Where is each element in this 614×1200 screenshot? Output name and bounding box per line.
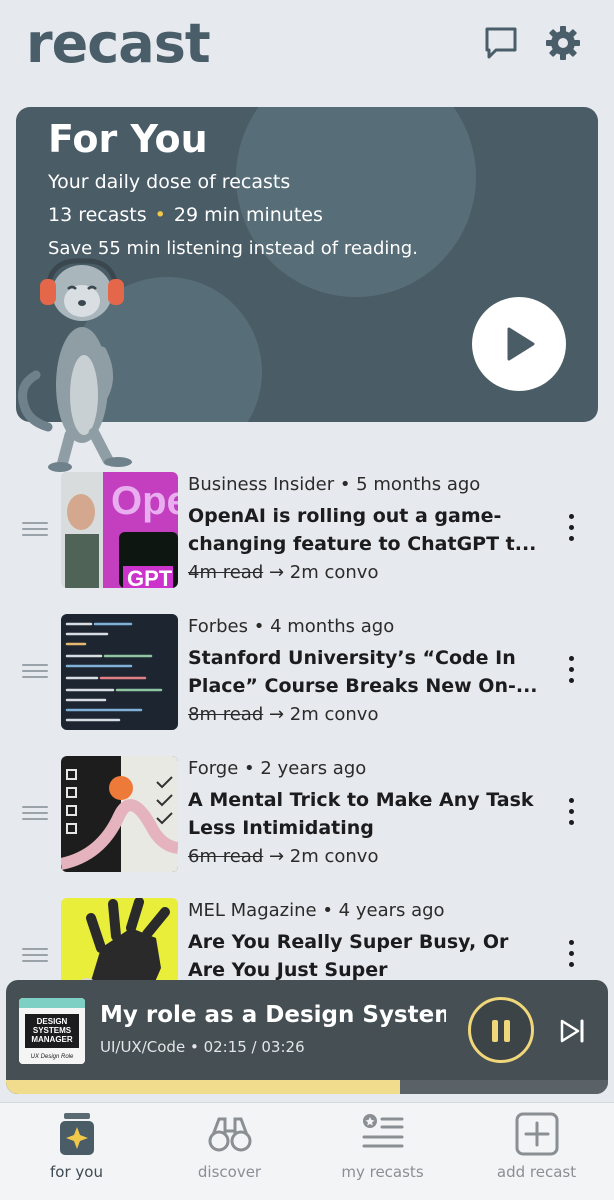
item-age: 2 years ago	[260, 758, 367, 779]
art-line-1: DESIGN	[37, 1017, 68, 1026]
hero-title: For You	[48, 117, 208, 161]
tab-my-recasts[interactable]: my recasts	[306, 1109, 459, 1189]
convo-time: 2m convo	[289, 704, 379, 725]
item-source: Forge	[188, 758, 239, 779]
item-durations: 6m read → 2m convo	[188, 846, 379, 867]
item-title[interactable]: Stanford University’s “Code In Place” Co…	[188, 644, 538, 700]
hero-subtitle: Your daily dose of recasts	[48, 171, 291, 193]
item-source: Forbes	[188, 616, 249, 637]
read-time: 6m read	[188, 846, 264, 867]
player-artwork: DESIGN SYSTEMS MANAGER UX Design Role	[19, 998, 85, 1064]
more-options-icon[interactable]	[564, 798, 578, 828]
dot-separator: •	[154, 204, 166, 226]
item-durations: 8m read → 2m convo	[188, 704, 379, 725]
play-icon	[507, 327, 535, 361]
list-icon	[358, 1109, 408, 1159]
item-age: 5 months ago	[356, 474, 481, 495]
convo-time: 2m convo	[289, 562, 379, 583]
item-title[interactable]: Are You Really Super Busy, Or Are You Ju…	[188, 928, 538, 984]
item-title[interactable]: OpenAI is rolling out a game-changing fe…	[188, 502, 538, 558]
bottom-tab-bar: for you discover my recasts add recast	[0, 1102, 614, 1200]
drag-handle-icon[interactable]	[22, 522, 48, 536]
pause-button[interactable]	[468, 997, 534, 1063]
item-source: MEL Magazine	[188, 900, 317, 921]
drag-handle-icon[interactable]	[22, 806, 48, 820]
playback-progress-bar[interactable]	[6, 1080, 608, 1094]
mini-player[interactable]: DESIGN SYSTEMS MANAGER UX Design Role My…	[6, 980, 608, 1094]
now-playing-meta: UI/UX/Code • 02:15 / 03:26	[100, 1038, 305, 1056]
tab-label: for you	[50, 1163, 103, 1181]
binoculars-icon	[205, 1109, 255, 1159]
mascot-illustration	[14, 255, 144, 475]
read-time: 8m read	[188, 704, 264, 725]
app-header: recast	[0, 0, 614, 90]
drag-handle-icon[interactable]	[22, 664, 48, 678]
svg-text:GPT: GPT	[127, 566, 173, 588]
gear-icon[interactable]	[544, 24, 582, 62]
now-playing-title[interactable]: My role as a Design Systems M	[100, 1002, 446, 1028]
list-item[interactable]: Forbes • 4 months ago Stanford Universit…	[0, 612, 614, 732]
convo-time: 2m convo	[289, 846, 379, 867]
item-source: Business Insider	[188, 474, 335, 495]
decor-circle	[236, 107, 476, 297]
svg-text:Ope: Ope	[111, 479, 178, 523]
tab-for-you[interactable]: for you	[0, 1109, 153, 1189]
article-thumbnail	[61, 614, 178, 730]
more-options-icon[interactable]	[564, 656, 578, 686]
chat-icon[interactable]	[482, 24, 520, 62]
item-durations: 4m read → 2m convo	[188, 562, 379, 583]
item-title[interactable]: A Mental Trick to Make Any Task Less Int…	[188, 786, 538, 842]
tab-label: add recast	[496, 1163, 577, 1181]
now-playing-time: 02:15 / 03:26	[203, 1038, 305, 1056]
skip-next-icon[interactable]	[558, 1017, 586, 1045]
now-playing-category: UI/UX/Code	[100, 1038, 186, 1056]
article-thumbnail: Ope GPT	[61, 472, 178, 588]
tab-discover[interactable]: discover	[153, 1109, 306, 1189]
add-icon	[512, 1109, 562, 1159]
list-item[interactable]: Forge • 2 years ago A Mental Trick to Ma…	[0, 754, 614, 874]
hero-stats: 13 recasts • 29 min minutes	[48, 204, 323, 226]
app-logo: recast	[26, 12, 211, 75]
item-meta: Forge • 2 years ago	[188, 758, 367, 779]
play-all-button[interactable]	[472, 297, 566, 391]
tab-label: discover	[197, 1163, 262, 1181]
item-meta: Forbes • 4 months ago	[188, 616, 395, 637]
article-thumbnail	[61, 756, 178, 872]
drag-handle-icon[interactable]	[22, 948, 48, 962]
art-line-2: SYSTEMS	[33, 1026, 72, 1035]
read-time: 4m read	[188, 562, 264, 583]
playback-progress-fill	[6, 1080, 401, 1094]
for-you-icon	[52, 1109, 102, 1159]
item-age: 4 years ago	[338, 900, 445, 921]
tab-label: my recasts	[341, 1163, 424, 1181]
total-duration: 29 min minutes	[173, 204, 323, 226]
recast-count: 13 recasts	[48, 204, 147, 226]
list-item[interactable]: Ope GPT Business Insider • 5 months ago …	[0, 470, 614, 590]
item-age: 4 months ago	[270, 616, 395, 637]
art-line-3: MANAGER	[31, 1035, 73, 1044]
tab-add-recast[interactable]: add recast	[460, 1109, 613, 1189]
more-options-icon[interactable]	[564, 514, 578, 544]
item-meta: Business Insider • 5 months ago	[188, 474, 481, 495]
more-options-icon[interactable]	[564, 940, 578, 970]
art-caption: UX Design Role	[31, 1054, 74, 1060]
item-meta: MEL Magazine • 4 years ago	[188, 900, 445, 921]
